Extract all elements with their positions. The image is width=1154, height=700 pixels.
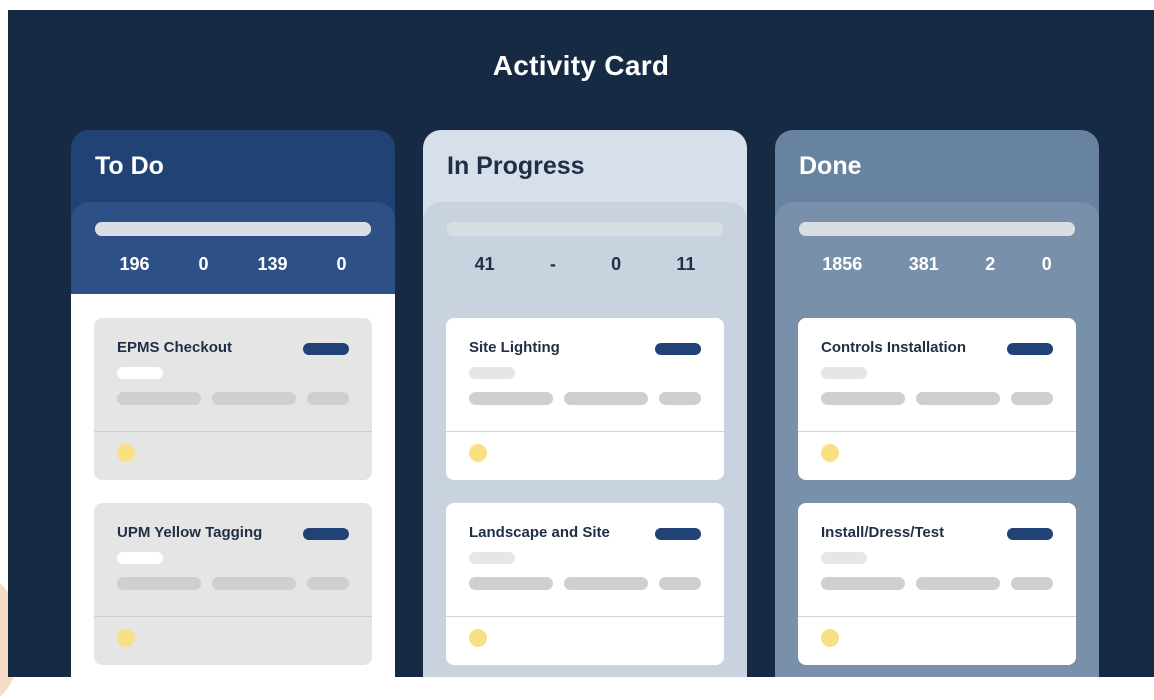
- column-title: To Do: [95, 152, 164, 180]
- stat-value: 0: [198, 254, 209, 274]
- yellow-dot-icon: [469, 444, 487, 462]
- activity-card[interactable]: Site Lighting: [446, 318, 724, 480]
- tag-placeholder: [117, 552, 163, 564]
- activity-card[interactable]: Controls Installation: [798, 318, 1076, 480]
- text-placeholder: [659, 577, 701, 590]
- stat-value: 0: [611, 254, 622, 274]
- text-placeholder: [1011, 392, 1053, 405]
- status-pill: [303, 343, 349, 355]
- yellow-dot-icon: [821, 444, 839, 462]
- stat-value: 1856: [822, 254, 863, 274]
- card-list: EPMS Checkout UPM Yellow Tagging: [71, 294, 395, 677]
- card-divider: [798, 431, 1076, 432]
- text-placeholder: [821, 392, 905, 405]
- text-placeholder: [821, 577, 905, 590]
- tag-placeholder: [469, 552, 515, 564]
- card-list: Site Lighting Landscape and Site: [423, 294, 747, 677]
- yellow-dot-icon: [821, 629, 839, 647]
- status-pill: [303, 528, 349, 540]
- column-todo: To Do 196 0 139 0 EPMS Checkout UPM Yell…: [71, 130, 395, 677]
- column-title: In Progress: [447, 152, 585, 180]
- text-placeholder: [564, 392, 648, 405]
- card-title: Landscape and Site: [469, 524, 610, 541]
- card-title: Install/Dress/Test: [821, 524, 945, 541]
- text-placeholder: [117, 577, 201, 590]
- card-title: EPMS Checkout: [117, 339, 233, 356]
- card-title: UPM Yellow Tagging: [117, 524, 263, 541]
- card-list: Controls Installation Install/Dress/Test: [775, 294, 1099, 677]
- stat-value: -: [549, 254, 556, 274]
- tag-placeholder: [469, 367, 515, 379]
- status-pill: [655, 528, 701, 540]
- text-placeholder: [307, 577, 349, 590]
- yellow-dot-icon: [117, 629, 135, 647]
- card-divider: [798, 616, 1076, 617]
- activity-card[interactable]: EPMS Checkout: [94, 318, 372, 480]
- column-stats: 41 - 0 11: [423, 202, 747, 294]
- column-title: Done: [799, 152, 862, 180]
- text-placeholder: [307, 392, 349, 405]
- stat-row: 1856 381 2 0: [799, 254, 1075, 275]
- stat-row: 41 - 0 11: [447, 254, 723, 275]
- status-pill: [1007, 528, 1053, 540]
- stat-value: 2: [985, 254, 996, 274]
- activity-panel: Activity Card To Do 196 0 139 0 EPMS Che…: [8, 10, 1154, 677]
- text-placeholder: [1011, 577, 1053, 590]
- tag-placeholder: [821, 367, 867, 379]
- text-placeholder: [212, 577, 296, 590]
- activity-card[interactable]: UPM Yellow Tagging: [94, 503, 372, 665]
- text-placeholder: [659, 392, 701, 405]
- text-placeholder: [469, 392, 553, 405]
- stat-value: 0: [1041, 254, 1052, 274]
- status-pill: [655, 343, 701, 355]
- text-placeholder: [916, 392, 1000, 405]
- text-placeholder: [916, 577, 1000, 590]
- card-divider: [446, 616, 724, 617]
- activity-card[interactable]: Install/Dress/Test: [798, 503, 1076, 665]
- text-placeholder: [469, 577, 553, 590]
- card-divider: [94, 616, 372, 617]
- column-done: Done 1856 381 2 0 Controls Installation: [775, 130, 1099, 677]
- stat-value: 381: [908, 254, 939, 274]
- tag-placeholder: [821, 552, 867, 564]
- stat-value: 196: [119, 254, 150, 274]
- stat-value: 11: [676, 254, 696, 274]
- tag-placeholder: [117, 367, 163, 379]
- progress-bar: [447, 222, 723, 236]
- text-placeholder: [564, 577, 648, 590]
- stat-row: 196 0 139 0: [95, 254, 371, 275]
- status-pill: [1007, 343, 1053, 355]
- text-placeholder: [212, 392, 296, 405]
- yellow-dot-icon: [117, 444, 135, 462]
- activity-card[interactable]: Landscape and Site: [446, 503, 724, 665]
- progress-bar: [95, 222, 371, 236]
- progress-bar: [799, 222, 1075, 236]
- stat-value: 139: [257, 254, 288, 274]
- text-placeholder: [117, 392, 201, 405]
- column-in-progress: In Progress 41 - 0 11 Site Lighting Land…: [423, 130, 747, 677]
- card-title: Controls Installation: [821, 339, 967, 356]
- stat-value: 0: [336, 254, 347, 274]
- card-title: Site Lighting: [469, 339, 560, 356]
- card-divider: [94, 431, 372, 432]
- page-title: Activity Card: [492, 50, 670, 81]
- stat-value: 41: [474, 254, 495, 274]
- column-stats: 196 0 139 0: [71, 202, 395, 294]
- yellow-dot-icon: [469, 629, 487, 647]
- column-stats: 1856 381 2 0: [775, 202, 1099, 294]
- card-divider: [446, 431, 724, 432]
